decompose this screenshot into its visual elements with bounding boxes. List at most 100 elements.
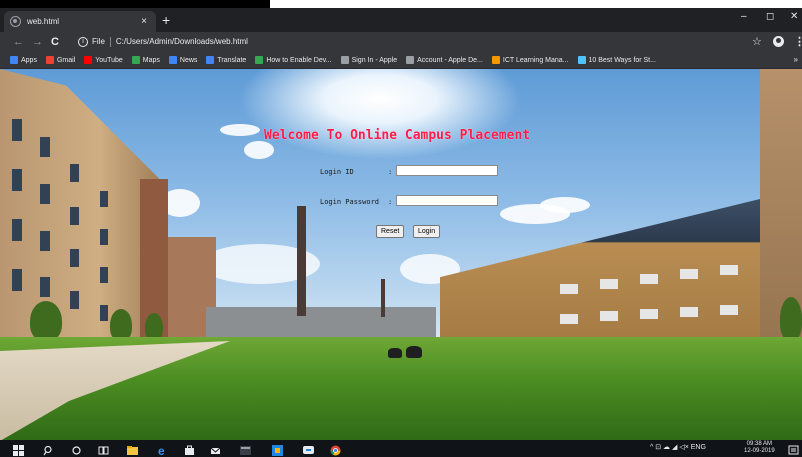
bookmark-label: Maps (142, 56, 160, 64)
bookmark-label: Account - Apple De... (417, 56, 483, 64)
ict-icon (491, 56, 500, 64)
window (680, 269, 698, 279)
system-tray[interactable]: ^ ⊡ ☁ ◢ ◁× ENG (650, 443, 706, 451)
tree (30, 301, 62, 341)
bookmark-item[interactable]: News (168, 56, 198, 64)
bookmark-item[interactable]: Gmail (45, 56, 76, 64)
bookmark-item[interactable]: 10 Best Ways for St... (577, 56, 656, 64)
bookmark-star-icon[interactable]: ☆ (752, 35, 762, 48)
bookmark-item[interactable]: ICT Learning Mana... (491, 56, 569, 64)
clock-time: 09:38 AM (746, 441, 773, 447)
window (640, 274, 658, 284)
windows-taskbar: e ^ ⊡ ☁ ◢ ◁× ENG 09:38 AM 12-09-2019 (0, 440, 802, 457)
app-icon[interactable] (272, 443, 283, 456)
restore-icon[interactable]: ◻ (766, 11, 774, 22)
person (388, 348, 402, 358)
address-bar[interactable]: i File C:/Users/Admin/Downloads/web.html (78, 34, 728, 50)
window (40, 277, 50, 297)
login-password-input[interactable] (396, 195, 498, 206)
top-black-bar (0, 0, 270, 8)
window (720, 305, 738, 315)
window (40, 231, 50, 251)
terminal-icon[interactable] (240, 443, 251, 455)
window (640, 309, 658, 319)
window (70, 164, 79, 182)
info-icon[interactable]: i (78, 37, 88, 47)
window (12, 269, 22, 291)
file-explorer-icon[interactable] (127, 443, 138, 455)
cloud (244, 141, 274, 159)
new-tab-button[interactable]: + (162, 12, 170, 28)
bookmark-item[interactable]: Apps (10, 56, 37, 64)
window (600, 279, 618, 289)
windows-start-icon[interactable] (13, 443, 24, 456)
dev-icon (255, 56, 264, 64)
window (680, 307, 698, 317)
cloud (540, 197, 590, 213)
window (100, 305, 108, 321)
taskbar-clock[interactable]: 09:38 AM 12-09-2019 (744, 441, 775, 455)
edge-icon[interactable]: e (158, 443, 169, 457)
web-page: Welcome To Online Campus Placement Login… (0, 69, 802, 440)
reset-button[interactable]: Reset (376, 225, 405, 238)
browser-tab-strip: web.html × + – ◻ ✕ (0, 8, 802, 32)
more-menu-icon[interactable]: ⋮ (794, 35, 802, 48)
bookmark-label: 10 Best Ways for St... (588, 56, 656, 64)
reload-icon[interactable]: C (51, 35, 59, 49)
notifications-icon[interactable] (788, 443, 799, 455)
bookmark-label: News (179, 56, 198, 64)
window (560, 314, 578, 324)
url-text[interactable]: C:/Users/Admin/Downloads/web.html (116, 34, 248, 50)
store-icon[interactable] (184, 443, 195, 455)
login-password-colon: : (388, 198, 393, 206)
login-id-colon: : (388, 168, 393, 176)
tab-title: web.html (27, 17, 60, 26)
bookmark-item[interactable]: How to Enable Dev... (255, 56, 332, 64)
bookmark-item[interactable]: Account - Apple De... (406, 56, 483, 64)
apps-grid-icon (10, 56, 18, 64)
bookmark-item[interactable]: YouTube (84, 56, 123, 64)
close-window-icon[interactable]: ✕ (790, 11, 798, 22)
bookmark-item[interactable]: Translate (206, 56, 246, 64)
tab-close-icon[interactable]: × (138, 16, 150, 27)
bookmark-label: Translate (217, 56, 247, 64)
search-icon[interactable] (43, 443, 54, 456)
url-scheme-label: File (92, 37, 105, 46)
minimize-icon[interactable]: – (741, 11, 747, 22)
bookmark-label: Apps (21, 56, 37, 64)
url-separator (109, 37, 111, 47)
back-arrow-icon[interactable]: ← (13, 35, 24, 49)
window (70, 207, 79, 225)
bookmarks-bar: Apps Gmail YouTube Maps News Translate How to … (0, 52, 802, 69)
forward-arrow-icon[interactable]: → (32, 35, 43, 49)
cortana-icon[interactable] (71, 443, 82, 455)
bookmark-item[interactable]: Sign In - Apple (340, 56, 398, 64)
bookmark-label: Gmail (56, 56, 76, 64)
bookmark-label: Sign In - Apple (351, 56, 398, 64)
distant-facade (206, 307, 436, 339)
svg-text:e: e (158, 445, 165, 456)
window (560, 284, 578, 294)
news-icon (168, 56, 177, 64)
maps-icon (131, 56, 140, 64)
mail-icon[interactable] (210, 443, 221, 454)
window (12, 169, 22, 191)
chrome-icon[interactable] (330, 443, 341, 456)
person (406, 346, 422, 358)
task-view-icon[interactable] (98, 443, 109, 455)
tree (780, 297, 802, 341)
chimney (297, 206, 306, 316)
window (12, 119, 22, 141)
chat-icon[interactable] (303, 443, 314, 454)
window (720, 265, 738, 275)
window (40, 184, 50, 204)
window (100, 191, 108, 207)
bookmark-item[interactable]: Maps (131, 56, 160, 64)
login-id-input[interactable] (396, 165, 498, 176)
window (100, 229, 108, 245)
browser-tab[interactable]: web.html × (4, 11, 156, 32)
login-button[interactable]: Login (413, 225, 441, 238)
page-title: Welcome To Online Campus Placement (264, 128, 531, 143)
bookmarks-overflow-icon[interactable]: » (794, 55, 798, 64)
account-icon[interactable] (773, 36, 784, 47)
